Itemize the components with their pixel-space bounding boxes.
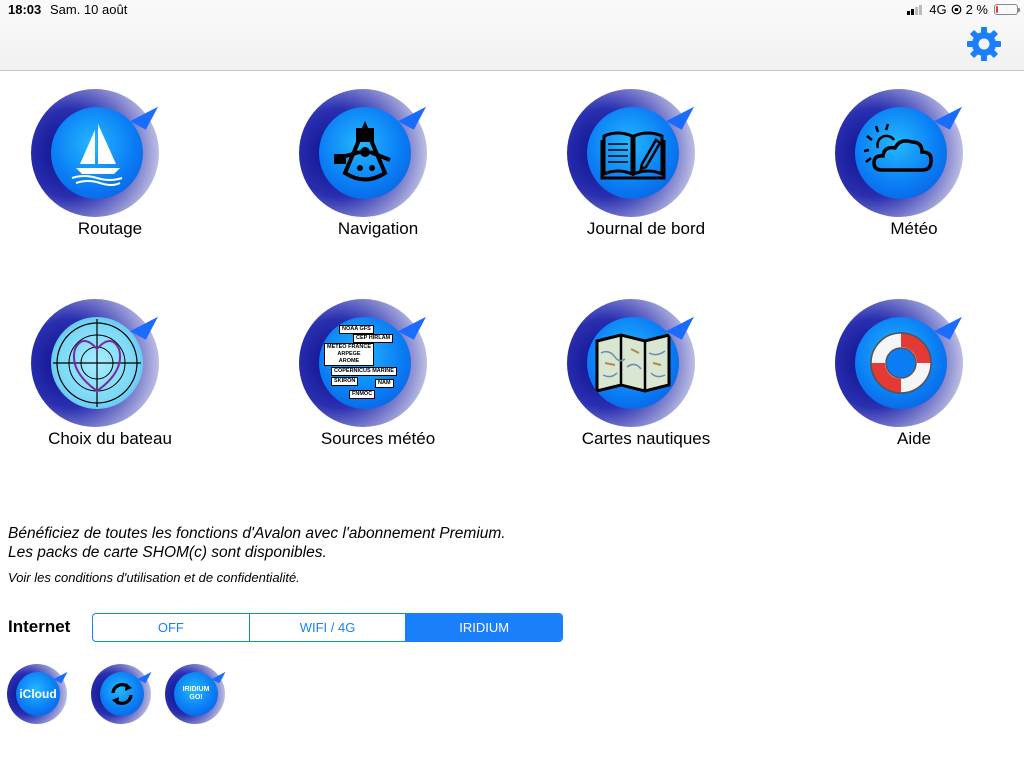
promo-line-2: Les packs de carte SHOM(c) sont disponib… (8, 544, 327, 561)
tile-label: Cartes nautiques (581, 429, 711, 448)
tile-routage[interactable]: Routage (0, 89, 220, 239)
icloud-icon: iCloud (16, 672, 60, 716)
sextant-icon (319, 107, 411, 199)
tile-label: Météo (890, 219, 938, 238)
status-bar: 18:03 Sam. 10 août 4G 2 % (0, 0, 1024, 20)
terms-link[interactable]: Voir les conditions d'utilisation et de … (8, 570, 300, 585)
tile-aide[interactable]: Aide (804, 299, 1024, 449)
premium-promo: Bénéficiez de toutes les fonctions d'Ava… (8, 524, 506, 562)
tile-sources-meteo[interactable]: NOAA GFS CEP HIRLAM METEO FRANCE ARPEGE … (268, 299, 488, 449)
promo-line-1: Bénéficiez de toutes les fonctions d'Ava… (8, 525, 506, 542)
iridium-go-icon: IRIDIUM GO! (174, 672, 218, 716)
segment-iridium[interactable]: IRIDIUM (406, 614, 562, 641)
polar-diagram-icon (51, 317, 143, 409)
logbook-icon (587, 107, 679, 199)
tile-cartes-nautiques[interactable]: Cartes nautiques (536, 299, 756, 449)
tile-meteo[interactable]: Météo (804, 89, 1024, 239)
tile-label: Routage (77, 219, 143, 238)
internet-label: Internet (8, 617, 71, 636)
settings-button[interactable] (966, 26, 1002, 62)
tile-choix-du-bateau[interactable]: Choix du bateau (0, 299, 220, 449)
weather-sources-icon: NOAA GFS CEP HIRLAM METEO FRANCE ARPEGE … (319, 317, 411, 409)
orientation-lock-icon (951, 4, 961, 15)
lifebuoy-icon (855, 317, 947, 409)
battery-percent: 2 % (965, 2, 988, 17)
signal-icon (907, 4, 923, 15)
tile-navigation[interactable]: Navigation (268, 89, 488, 239)
icloud-button[interactable]: iCloud (7, 664, 67, 724)
nautical-map-icon (587, 317, 679, 409)
tile-label: Journal de bord (586, 219, 706, 238)
network-type: 4G (929, 2, 947, 17)
gear-icon (967, 27, 1001, 61)
sync-button[interactable] (91, 664, 151, 724)
segment-wifi-4g[interactable]: WIFI / 4G (250, 614, 407, 641)
battery-icon (994, 4, 1020, 15)
status-indicators: 4G 2 % (907, 2, 1020, 17)
tile-label: Aide (896, 429, 932, 448)
segment-off[interactable]: OFF (93, 614, 250, 641)
tile-label: Sources météo (320, 429, 436, 448)
tile-journal-de-bord[interactable]: Journal de bord (536, 89, 756, 239)
sailboat-icon (51, 107, 143, 199)
sync-icon (100, 672, 144, 716)
tile-label: Navigation (337, 219, 419, 238)
status-time: 18:03 (8, 2, 42, 17)
internet-mode-control[interactable]: OFF WIFI / 4G IRIDIUM (92, 613, 563, 642)
weather-icon (855, 107, 947, 199)
status-date: Sam. 10 août (50, 2, 128, 17)
iridium-go-button[interactable]: IRIDIUM GO! (165, 664, 225, 724)
tile-label: Choix du bateau (48, 429, 172, 448)
